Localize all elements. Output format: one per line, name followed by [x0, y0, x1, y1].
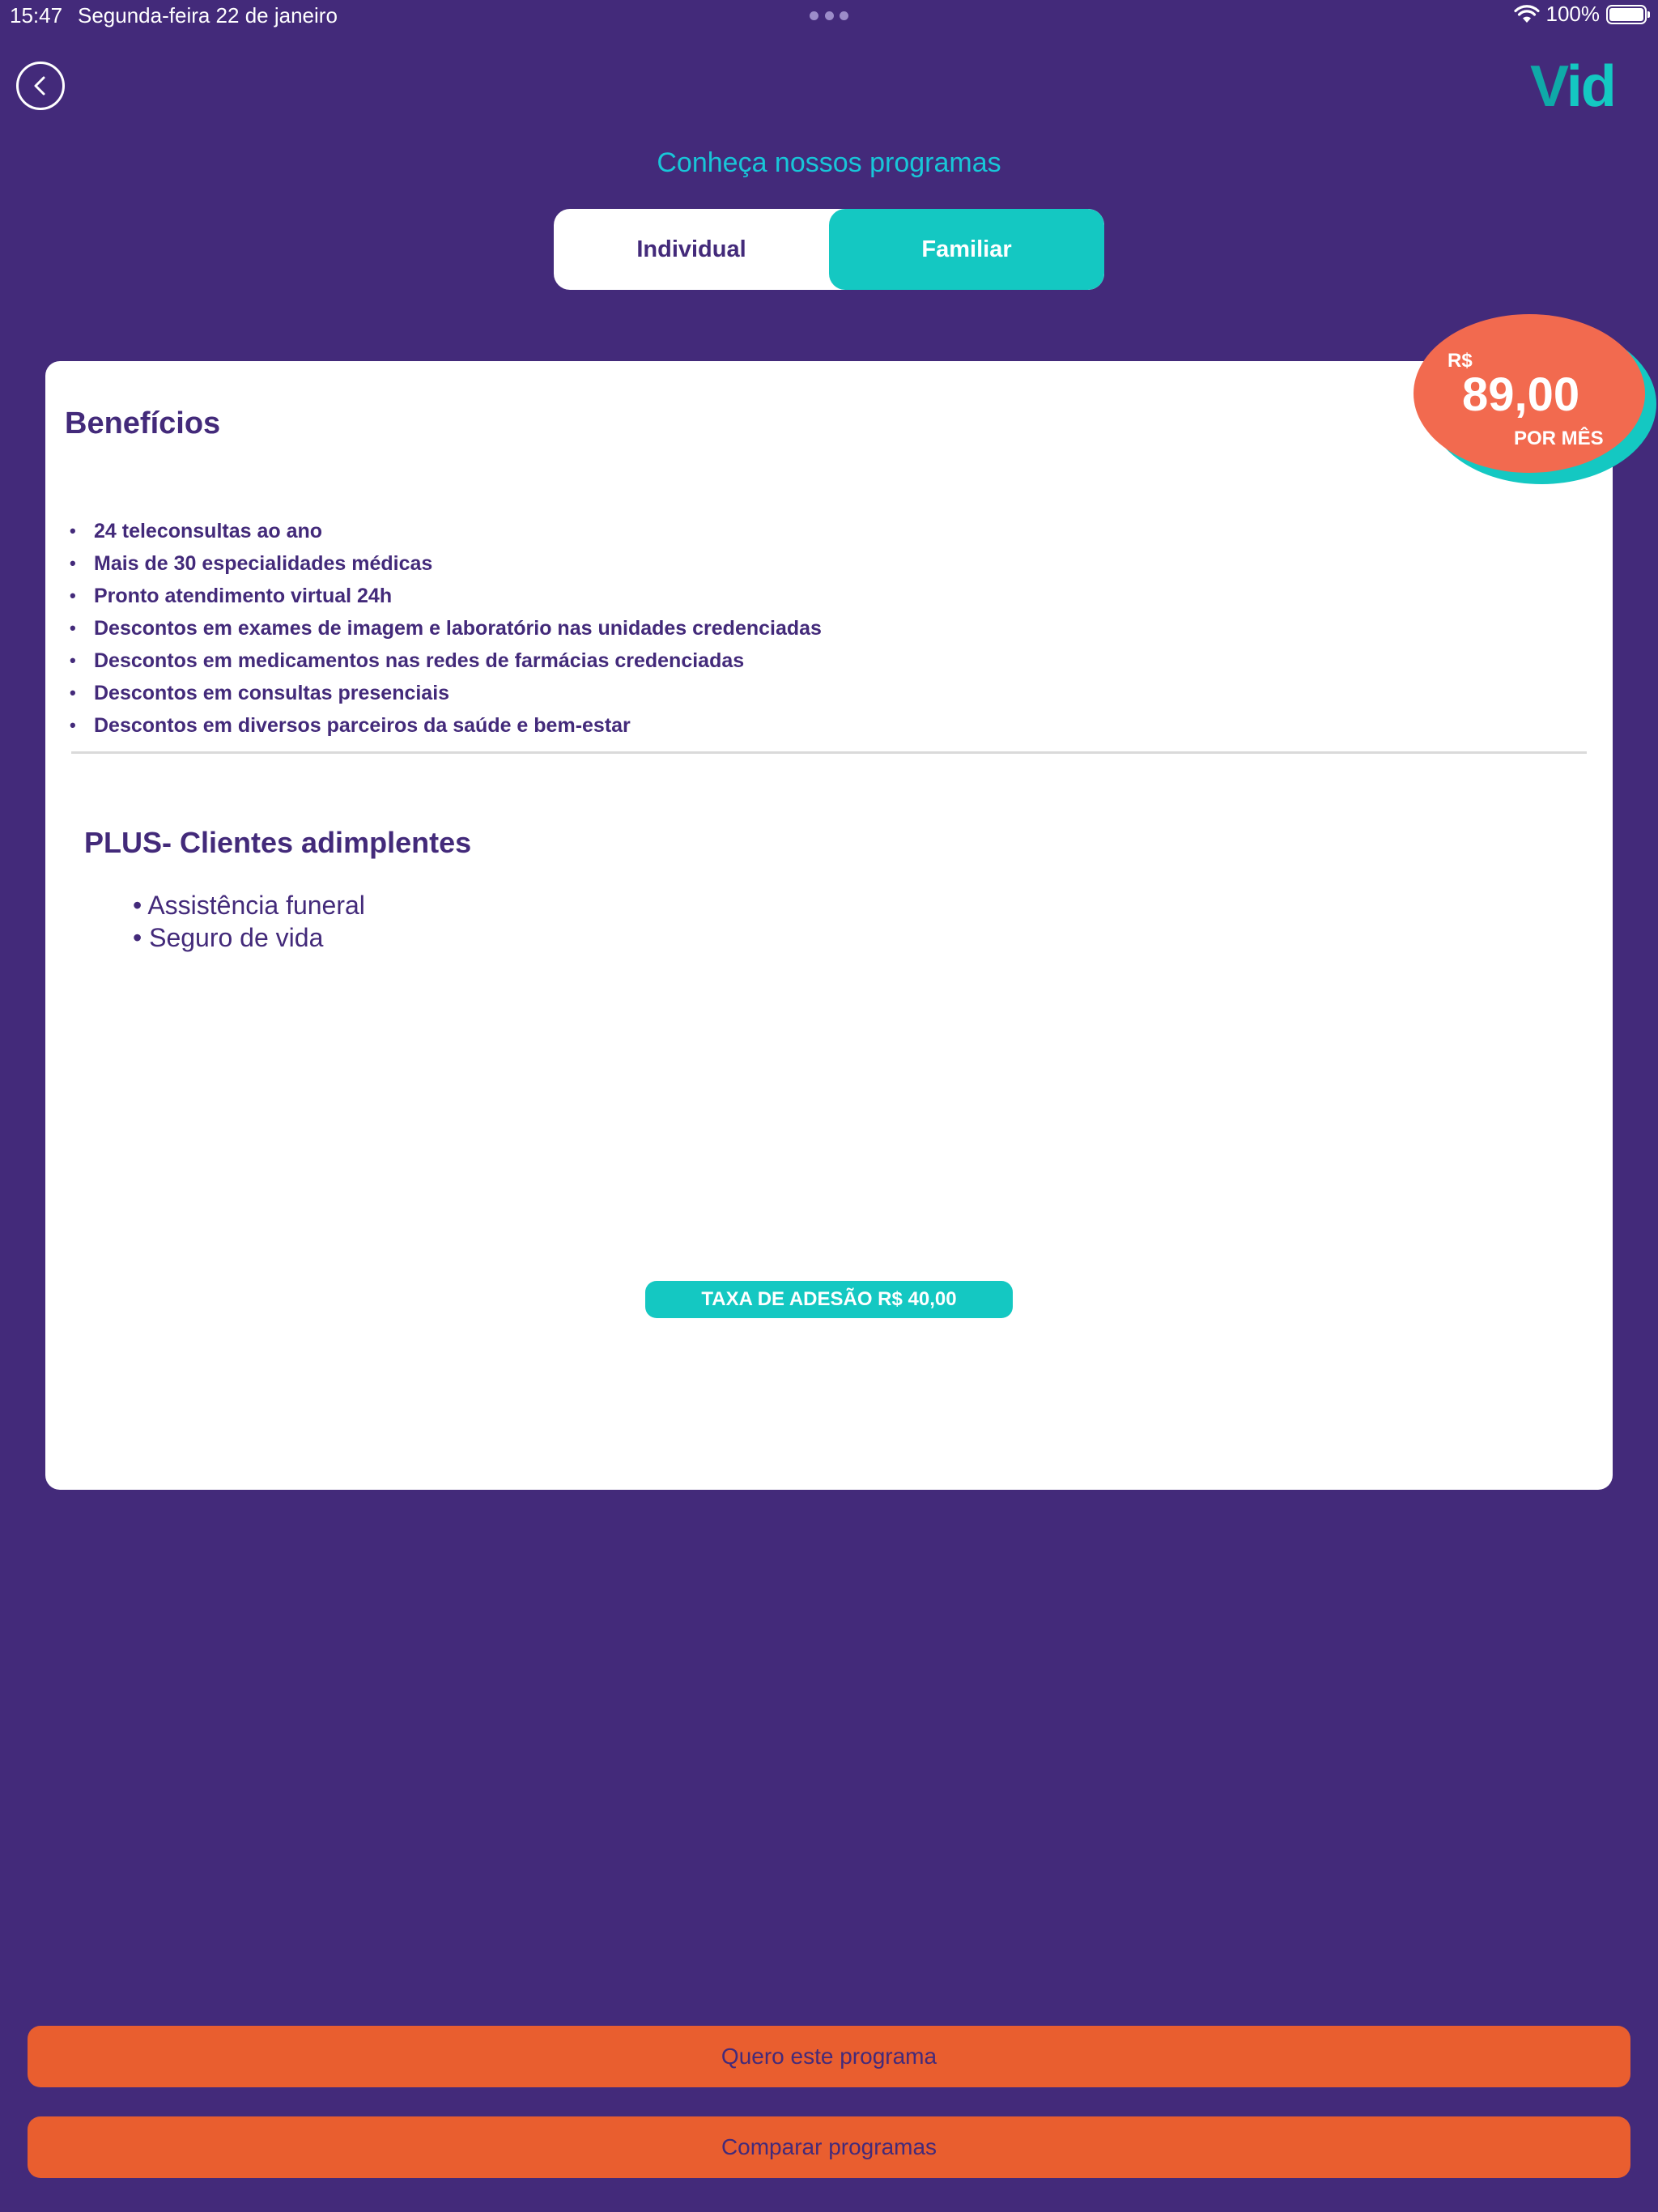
wifi-icon: [1513, 4, 1540, 23]
status-bar: 15:47 Segunda-feira 22 de janeiro 100%: [0, 0, 1658, 32]
list-item: Descontos em consultas presenciais: [70, 677, 822, 709]
price-badge: R$ 89,00 POR MÊS: [1414, 314, 1656, 484]
price-period: POR MÊS: [1514, 428, 1604, 449]
compare-programs-button[interactable]: Comparar programas: [28, 2116, 1630, 2178]
want-program-button[interactable]: Quero este programa: [28, 2026, 1630, 2087]
benefits-title: Benefícios: [65, 406, 221, 440]
plus-list: Assistência funeral Seguro de vida: [133, 889, 365, 954]
benefits-list: 24 teleconsultas ao ano Mais de 30 espec…: [70, 515, 822, 742]
back-chevron-icon: [34, 76, 45, 96]
multitasking-dots-icon[interactable]: [810, 11, 848, 21]
battery-icon: [1606, 4, 1650, 24]
back-button[interactable]: [16, 62, 65, 110]
divider: [71, 751, 1587, 754]
status-date: Segunda-feira 22 de janeiro: [78, 3, 338, 28]
list-item: Pronto atendimento virtual 24h: [70, 580, 822, 612]
status-time: 15:47: [10, 3, 63, 28]
list-item: Seguro de vida: [133, 921, 365, 954]
battery-fill: [1609, 7, 1643, 21]
list-item: Descontos em diversos parceiros da saúde…: [70, 709, 822, 742]
membership-fee-badge: TAXA DE ADESÃO R$ 40,00: [645, 1281, 1013, 1318]
list-item: 24 teleconsultas ao ano: [70, 515, 822, 547]
battery-percent: 100%: [1545, 2, 1601, 26]
plus-title: PLUS- Clientes adimplentes: [84, 826, 472, 859]
logo-letters: id: [1566, 54, 1617, 119]
list-item: Mais de 30 especialidades médicas: [70, 547, 822, 580]
list-item: Descontos em exames de imagem e laborató…: [70, 612, 822, 644]
list-item: Descontos em medicamentos nas redes de f…: [70, 644, 822, 677]
program-card: Benefícios 24 teleconsultas ao ano Mais …: [45, 361, 1613, 1490]
status-indicators: 100%: [1513, 2, 1650, 27]
list-item: Assistência funeral: [133, 889, 365, 921]
plan-type-toggle: Individual Familiar: [554, 209, 1104, 290]
price-value: 89,00: [1462, 368, 1580, 421]
vid-logo: Vid: [1530, 53, 1617, 120]
page-title: Conheça nossos programas: [657, 147, 1001, 178]
toggle-individual[interactable]: Individual: [554, 209, 829, 290]
toggle-familiar[interactable]: Familiar: [829, 209, 1104, 290]
logo-letter-v: V: [1530, 54, 1568, 119]
